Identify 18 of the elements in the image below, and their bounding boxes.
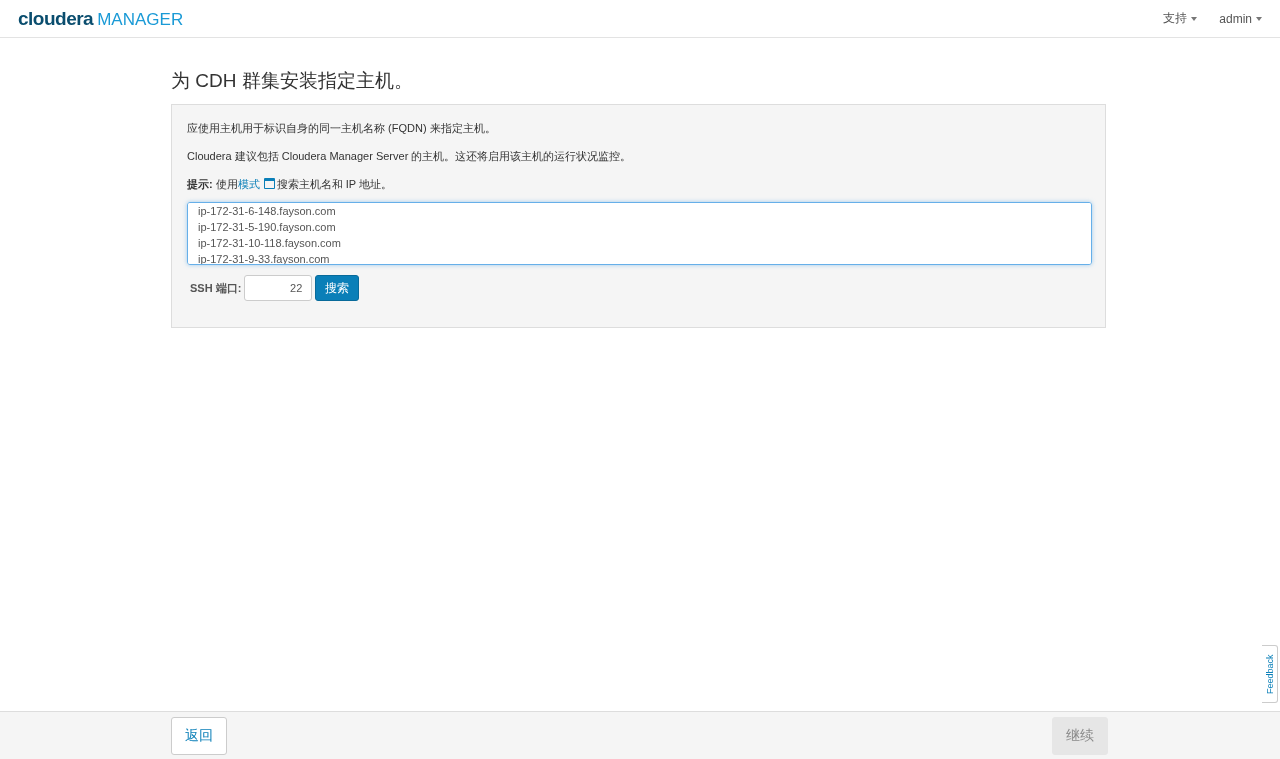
window-icon[interactable] (263, 178, 275, 189)
recommendation-text: Cloudera 建议包括 Cloudera Manager Server 的主机。这还将启用该主机的运行状况监控。 (187, 149, 633, 164)
caret-icon (1256, 16, 1262, 21)
nav-menu[interactable]: admin (1219, 10, 1262, 27)
hint-text: 提示: 使用模式 搜索主机名和 IP 地址。 (187, 177, 394, 192)
back-button[interactable]: 返回 (171, 716, 227, 755)
nav-menu[interactable]: 支持 (1163, 10, 1198, 27)
logo[interactable]: cloudera MANAGER (18, 7, 184, 30)
ssh-port-field[interactable]: 22 (244, 275, 313, 301)
pattern-link[interactable]: 模式 (237, 178, 260, 190)
page-title: 为 CDH 群集安装指定主机。 (171, 69, 414, 93)
search-button[interactable]: 搜索 (315, 275, 360, 301)
caret-icon (1191, 16, 1198, 21)
instruction-text: 应使用主机用于标识自身的同一主机名称 (FQDN) 来指定主机。 (187, 121, 497, 136)
logo-product: MANAGER (97, 9, 184, 30)
feedback-tab[interactable]: Feedback (1262, 645, 1278, 703)
logo-brand: cloudera (18, 7, 94, 30)
ssh-port-label: SSH 端口: (190, 280, 242, 296)
